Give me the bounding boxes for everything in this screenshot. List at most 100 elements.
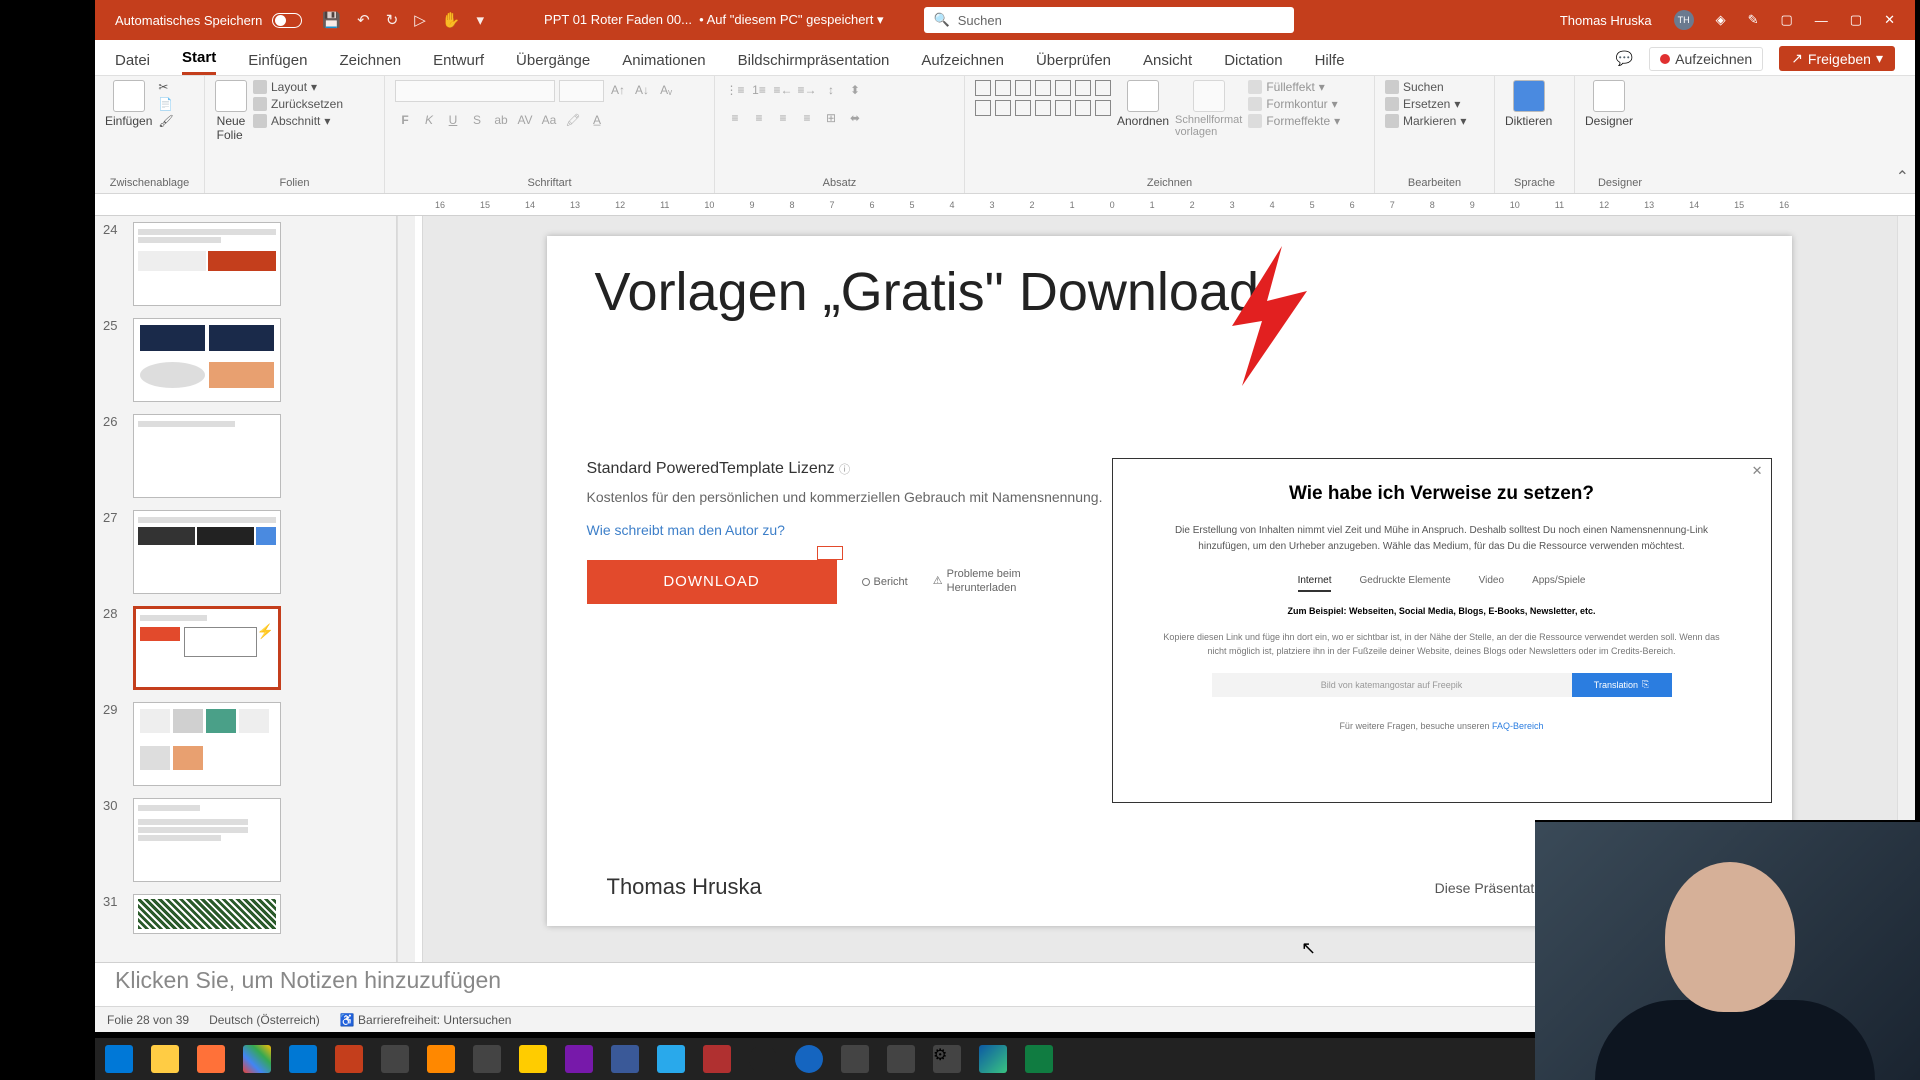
record-button[interactable]: Aufzeichnen xyxy=(1649,47,1763,71)
undo-icon[interactable]: ↶ xyxy=(357,11,370,29)
diamond-icon[interactable]: ◈ xyxy=(1716,12,1726,28)
autosave-switch-icon[interactable] xyxy=(272,13,302,28)
shapes-gallery[interactable] xyxy=(975,80,1111,116)
app-icon[interactable] xyxy=(887,1045,915,1073)
modal-tab-internet[interactable]: Internet xyxy=(1298,575,1332,592)
modal-tab-print[interactable]: Gedruckte Elemente xyxy=(1359,575,1450,592)
bericht-option[interactable]: Bericht xyxy=(862,576,908,588)
format-painter-icon[interactable]: 🖌 xyxy=(158,114,173,128)
reset-button[interactable]: Zurücksetzen xyxy=(253,97,343,111)
lightning-bolt-icon[interactable] xyxy=(1207,246,1317,386)
slide-thumb[interactable] xyxy=(133,894,281,934)
app-icon[interactable] xyxy=(703,1045,731,1073)
tab-zeichnen[interactable]: Zeichnen xyxy=(339,52,401,75)
tab-start[interactable]: Start xyxy=(182,49,216,75)
slide-author[interactable]: Thomas Hruska xyxy=(607,874,762,900)
highlight-button[interactable]: 🖍 xyxy=(563,110,583,130)
touch-icon[interactable]: ✋ xyxy=(442,11,461,29)
select-button[interactable]: Markieren▾ xyxy=(1385,114,1466,128)
quick-styles-button[interactable]: Schnellformat vorlagen xyxy=(1175,80,1242,138)
accessibility-status[interactable]: ♿ Barrierefreiheit: Untersuchen xyxy=(340,1013,512,1027)
tab-uebergaenge[interactable]: Übergänge xyxy=(516,52,590,75)
modal-tab-video[interactable]: Video xyxy=(1479,575,1504,592)
tab-dictation[interactable]: Dictation xyxy=(1224,52,1282,75)
dictate-button[interactable]: Diktieren xyxy=(1505,80,1552,128)
strike-button[interactable]: S xyxy=(467,110,487,130)
bold-button[interactable]: F xyxy=(395,110,415,130)
slide-thumb[interactable] xyxy=(133,222,281,306)
slide-thumb[interactable] xyxy=(133,798,281,882)
underline-button[interactable]: U xyxy=(443,110,463,130)
vlc-icon[interactable] xyxy=(427,1045,455,1073)
tab-einfuegen[interactable]: Einfügen xyxy=(248,52,307,75)
faq-link[interactable]: FAQ-Bereich xyxy=(1492,721,1544,731)
language-status[interactable]: Deutsch (Österreich) xyxy=(209,1013,320,1027)
outline-button[interactable]: Formkontur▾ xyxy=(1248,97,1340,111)
font-select[interactable] xyxy=(395,80,555,102)
document-title[interactable]: PPT 01 Roter Faden 00... • Auf "diesem P… xyxy=(544,12,883,28)
attribution-modal[interactable]: ✕ Wie habe ich Verweise zu setzen? Die E… xyxy=(1112,458,1772,803)
obs-icon[interactable] xyxy=(749,1045,777,1073)
pen-icon[interactable]: ✎ xyxy=(1748,12,1759,28)
app-icon[interactable] xyxy=(611,1045,639,1073)
avatar[interactable]: TH xyxy=(1674,10,1694,30)
app-icon[interactable] xyxy=(381,1045,409,1073)
designer-button[interactable]: Designer xyxy=(1585,80,1633,128)
minimize-icon[interactable]: — xyxy=(1815,13,1828,28)
copy-icon[interactable]: 📄 xyxy=(158,97,173,111)
app-icon[interactable] xyxy=(473,1045,501,1073)
tab-hilfe[interactable]: Hilfe xyxy=(1315,52,1345,75)
autosave-toggle[interactable]: Automatisches Speichern xyxy=(115,13,302,28)
window-icon[interactable]: ▢ xyxy=(1781,12,1793,28)
powerpoint-icon[interactable] xyxy=(335,1045,363,1073)
app-icon[interactable] xyxy=(519,1045,547,1073)
italic-button[interactable]: K xyxy=(419,110,439,130)
firefox-icon[interactable] xyxy=(197,1045,225,1073)
font-size[interactable] xyxy=(559,80,604,102)
app-icon[interactable] xyxy=(795,1045,823,1073)
comments-icon[interactable]: 💬 xyxy=(1616,50,1633,67)
arrange-button[interactable]: Anordnen xyxy=(1117,80,1169,128)
slide-thumb-selected[interactable]: ⚡ xyxy=(133,606,281,690)
share-button[interactable]: ↗Freigeben▾ xyxy=(1779,46,1895,71)
slide-thumb[interactable] xyxy=(133,414,281,498)
tab-aufzeichnen[interactable]: Aufzeichnen xyxy=(921,52,1004,75)
slide-panel[interactable]: 24 25 26 27 28⚡ 29 30 31 xyxy=(95,216,397,962)
find-button[interactable]: Suchen xyxy=(1385,80,1466,94)
copy-field[interactable]: Bild von katemangostar auf Freepik xyxy=(1212,673,1572,697)
effects-button[interactable]: Formeffekte▾ xyxy=(1248,114,1340,128)
app-icon[interactable] xyxy=(841,1045,869,1073)
fill-button[interactable]: Fülleffekt▾ xyxy=(1248,80,1340,94)
problem-link[interactable]: ⚠Probleme beim Herunterladen xyxy=(933,568,1033,594)
tab-animationen[interactable]: Animationen xyxy=(622,52,705,75)
telegram-icon[interactable] xyxy=(657,1045,685,1073)
save-icon[interactable]: 💾 xyxy=(322,11,341,29)
tab-entwurf[interactable]: Entwurf xyxy=(433,52,484,75)
tab-ansicht[interactable]: Ansicht xyxy=(1143,52,1192,75)
start-icon[interactable]: ▷ xyxy=(414,11,426,29)
paste-button[interactable]: Einfügen xyxy=(105,80,152,128)
onenote-icon[interactable] xyxy=(565,1045,593,1073)
collapse-ribbon-icon[interactable]: ⌃ xyxy=(1896,167,1909,187)
license-link[interactable]: Wie schreibt man den Autor zu? xyxy=(587,522,1107,538)
tab-ueberpruefen[interactable]: Überprüfen xyxy=(1036,52,1111,75)
layout-button[interactable]: Layout▾ xyxy=(253,80,343,94)
tab-praesentation[interactable]: Bildschirmpräsentation xyxy=(738,52,890,75)
section-button[interactable]: Abschnitt▾ xyxy=(253,114,343,128)
close-icon[interactable]: ✕ xyxy=(1752,463,1763,479)
replace-button[interactable]: Ersetzen▾ xyxy=(1385,97,1466,111)
chrome-icon[interactable] xyxy=(243,1045,271,1073)
redo-icon[interactable]: ↻ xyxy=(386,11,399,29)
start-menu-icon[interactable] xyxy=(105,1045,133,1073)
new-slide-button[interactable]: Neue Folie xyxy=(215,80,247,142)
license-box[interactable]: Standard PoweredTemplate Lizenz ⓘ Kosten… xyxy=(587,460,1107,604)
slide-thumb[interactable] xyxy=(133,510,281,594)
excel-icon[interactable] xyxy=(1025,1045,1053,1073)
font-color-button[interactable]: A̲ xyxy=(587,110,607,130)
copy-button[interactable]: Translation⎘ xyxy=(1572,673,1672,697)
maximize-icon[interactable]: ▢ xyxy=(1850,12,1862,28)
outlook-icon[interactable] xyxy=(289,1045,317,1073)
tab-datei[interactable]: Datei xyxy=(115,52,150,75)
cut-icon[interactable]: ✂ xyxy=(158,80,173,94)
settings-icon[interactable]: ⚙ xyxy=(933,1045,961,1073)
